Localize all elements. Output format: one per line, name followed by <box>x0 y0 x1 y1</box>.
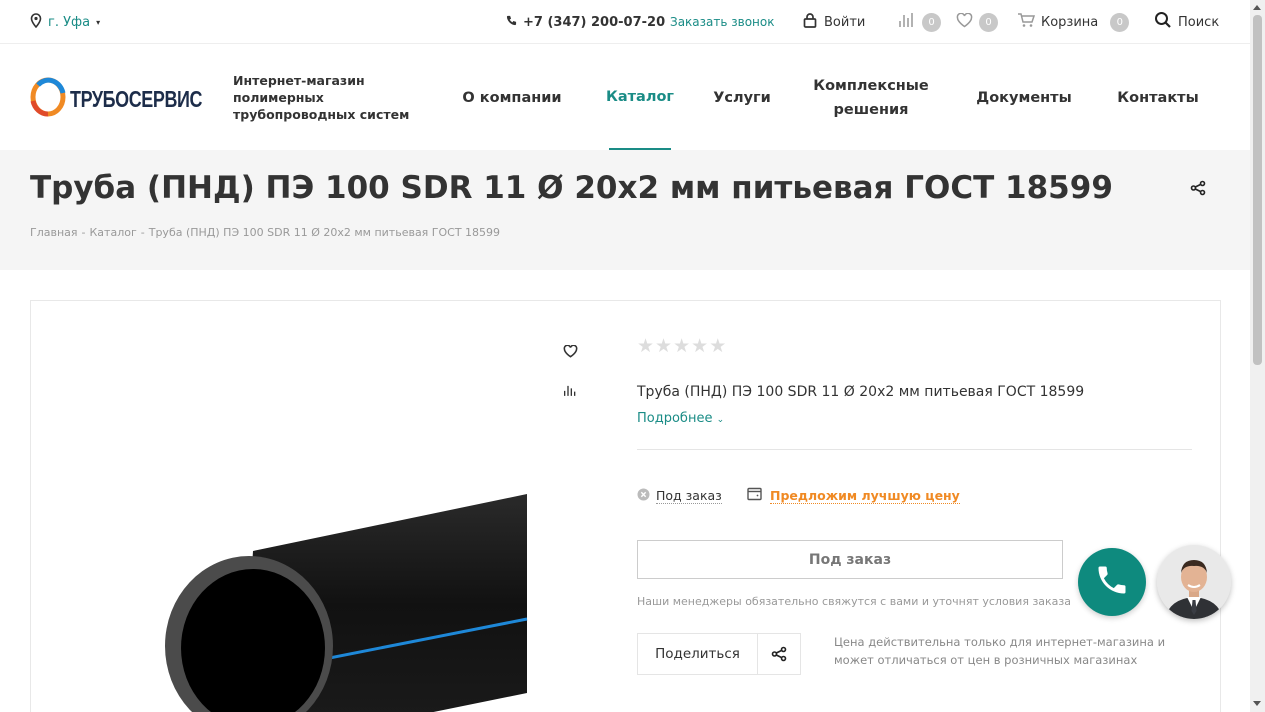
callback-link[interactable]: Заказать звонок <box>670 0 775 44</box>
location-pin-icon <box>30 12 42 32</box>
breadcrumb: Главная - Каталог - Труба (ПНД) ПЭ 100 SDR 1… <box>30 226 500 239</box>
phone-number[interactable]: +7 (347) 200-07-20 <box>523 15 665 30</box>
share-icon[interactable] <box>1190 180 1206 200</box>
logo[interactable]: ТРУБОСЕРВИС <box>30 77 239 121</box>
rating-stars[interactable]: ★ ★ ★ ★ ★ <box>637 335 726 357</box>
product-name: Труба (ПНД) ПЭ 100 SDR 11 Ø 20х2 мм пить… <box>637 384 1085 400</box>
manager-note: Наши менеджеры обязательно свяжутся с ва… <box>637 595 1072 608</box>
favorites-link[interactable]: 0 <box>956 0 998 44</box>
heart-icon <box>956 12 973 32</box>
star-icon: ★ <box>655 335 673 357</box>
availability-status[interactable]: Под заказ <box>637 488 722 504</box>
more-link[interactable]: Подробнее ⌄ <box>637 411 724 426</box>
document-icon <box>747 487 762 504</box>
breadcrumb-separator: - <box>140 226 145 239</box>
top-bar: г. Уфа ▾ +7 (347) 200-07-20 Заказать зво… <box>0 0 1250 44</box>
share-icon <box>758 634 800 674</box>
scroll-down-arrow[interactable] <box>1253 701 1261 706</box>
cart-link[interactable]: Корзина 0 <box>1017 0 1130 44</box>
product-image[interactable] <box>161 481 531 712</box>
title-band: Труба (ПНД) ПЭ 100 SDR 11 Ø 20х2 мм пить… <box>0 150 1250 270</box>
more-link-label: Подробнее <box>637 411 713 426</box>
price-note: Цена действительна только для интернет-м… <box>834 635 1166 667</box>
chevron-down-icon: ⌄ <box>716 415 725 425</box>
breadcrumb-separator: - <box>81 226 86 239</box>
compare-icon[interactable] <box>563 382 578 401</box>
heart-icon[interactable] <box>563 343 578 362</box>
order-button[interactable]: Под заказ <box>637 540 1063 579</box>
breadcrumb-catalog[interactable]: Каталог <box>90 226 137 239</box>
availability-label: Под заказ <box>656 488 722 504</box>
scroll-up-arrow[interactable] <box>1253 5 1261 10</box>
nav-documents[interactable]: Документы <box>973 45 1075 150</box>
lock-icon <box>802 12 818 32</box>
phone-icon <box>506 15 517 30</box>
best-price-label: Предложим лучшую цену <box>770 487 960 504</box>
product-card: ★ ★ ★ ★ ★ Труба (ПНД) ПЭ 100 SDR 11 Ø 20х2 м… <box>30 300 1221 712</box>
cart-label: Корзина <box>1041 14 1099 30</box>
callback-widget-button[interactable] <box>1078 548 1146 616</box>
city-selector[interactable]: г. Уфа ▾ <box>30 0 100 44</box>
scrollbar-thumb[interactable] <box>1253 15 1262 365</box>
star-icon: ★ <box>637 335 655 357</box>
compare-count-badge: 0 <box>922 12 941 32</box>
best-price-link[interactable]: Предложим лучшую цену <box>747 487 960 504</box>
page-title: Труба (ПНД) ПЭ 100 SDR 11 Ø 20х2 мм пить… <box>30 170 1113 206</box>
star-icon: ★ <box>709 335 727 357</box>
breadcrumb-home[interactable]: Главная <box>30 226 78 239</box>
cart-count-badge: 0 <box>1110 12 1130 32</box>
login-link[interactable]: Войти <box>802 0 865 44</box>
breadcrumb-current: Труба (ПНД) ПЭ 100 SDR 11 Ø 20х2 мм пить… <box>148 226 501 239</box>
divider <box>637 449 1192 450</box>
nav-services[interactable]: Услуги <box>712 45 772 150</box>
cart-icon <box>1017 12 1036 32</box>
city-label[interactable]: г. Уфа <box>48 15 90 30</box>
login-label: Войти <box>824 14 866 30</box>
nav-catalog[interactable]: Каталог <box>606 45 674 150</box>
share-button[interactable]: Поделиться <box>637 633 801 675</box>
share-label: Поделиться <box>638 634 758 674</box>
compare-icon <box>898 12 916 32</box>
favorites-count-badge: 0 <box>979 12 998 32</box>
tagline: Интернет-магазин полимерных трубопроводн… <box>233 73 410 122</box>
manager-avatar[interactable] <box>1157 545 1231 619</box>
star-icon: ★ <box>673 335 691 357</box>
phone-call-icon <box>1094 562 1130 602</box>
close-circle-icon <box>637 488 650 504</box>
star-icon: ★ <box>691 335 709 357</box>
nav-contacts[interactable]: Контакты <box>1114 45 1202 150</box>
chevron-down-icon: ▾ <box>96 17 101 27</box>
site-header: ТРУБОСЕРВИС Интернет-магазин полимерных … <box>0 45 1250 150</box>
nav-about[interactable]: О компании <box>456 45 568 150</box>
search-button[interactable]: Поиск <box>1154 0 1219 44</box>
search-label: Поиск <box>1178 14 1220 30</box>
scrollbar[interactable] <box>1250 0 1265 712</box>
logo-ring-icon <box>30 77 66 121</box>
compare-link[interactable]: 0 <box>898 0 941 44</box>
nav-solutions[interactable]: Комплексные решения <box>805 45 937 150</box>
phone-block[interactable]: +7 (347) 200-07-20 <box>506 0 665 44</box>
search-icon <box>1154 11 1172 33</box>
logo-text: ТРУБОСЕРВИС <box>70 85 203 112</box>
